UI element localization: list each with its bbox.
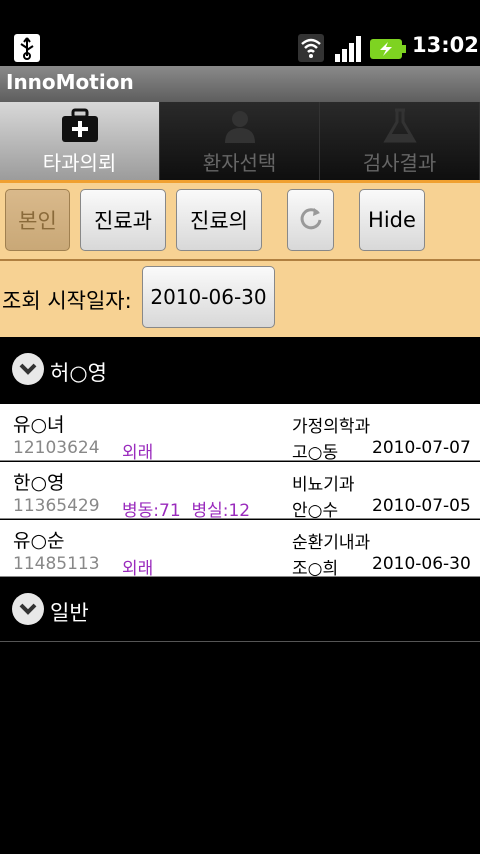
list-divider (0, 641, 480, 642)
start-date-button[interactable]: 2010-06-30 (142, 266, 275, 328)
hide-button[interactable]: Hide (359, 189, 425, 251)
group-header-1[interactable]: 허○영 (0, 337, 480, 403)
tab-patient-select-label: 환자선택 (202, 151, 277, 175)
medical-kit-icon (60, 108, 100, 148)
status-bar: 13:02 (0, 32, 480, 62)
patient-name: 한○영 (13, 472, 65, 494)
status-time: 13:02 (412, 33, 479, 57)
tab-bar: 타과의뢰 환자선택 검사결과 (0, 102, 480, 182)
ward-info: 외래 (122, 559, 154, 579)
doctor-name: 조○희 (292, 559, 339, 579)
tab-referral[interactable]: 타과의뢰 (0, 102, 160, 182)
self-button[interactable]: 본인 (5, 189, 70, 251)
list-item[interactable]: 유○녀 12103624 외래 가정의학과 고○동 2010-07-07 (0, 404, 480, 463)
app-title-bar: InnoMotion (0, 66, 480, 102)
app-title: InnoMotion (6, 70, 134, 94)
department: 순환기내과 (292, 533, 371, 553)
chevron-down-icon (12, 353, 44, 385)
referral-date: 2010-06-30 (372, 554, 471, 574)
chevron-down-icon (12, 593, 44, 625)
signal-icon (333, 34, 365, 66)
patient-id: 12103624 (13, 438, 100, 458)
patient-name: 유○녀 (13, 414, 65, 436)
date-filter-row: 조회 시작일자: 2010-06-30 (0, 261, 480, 337)
ward-info: 병동:71 병실:12 (122, 501, 251, 521)
list-item[interactable]: 유○순 11485113 외래 순환기내과 조○희 2010-06-30 (0, 520, 480, 579)
department: 가정의학과 (292, 417, 371, 437)
department-button[interactable]: 진료과 (80, 189, 166, 251)
doctor-name: 안○수 (292, 501, 339, 521)
ward-info: 외래 (122, 443, 154, 463)
person-icon (220, 108, 260, 148)
start-date-label: 조회 시작일자: (2, 289, 132, 313)
doctor-name: 고○동 (292, 443, 339, 463)
group-title: 허○영 (50, 361, 107, 385)
usb-icon (14, 34, 40, 66)
patient-name: 유○순 (13, 530, 65, 552)
referral-date: 2010-07-05 (372, 496, 471, 516)
department: 비뇨기과 (292, 475, 355, 495)
patient-id: 11365429 (13, 496, 100, 516)
filter-toolbar: 본인 진료과 진료의 Hide (0, 183, 480, 259)
patient-id: 11485113 (13, 554, 100, 574)
tab-test-results-label: 검사결과 (362, 151, 437, 175)
wifi-icon (298, 34, 324, 66)
doctor-button[interactable]: 진료의 (176, 189, 262, 251)
refresh-button[interactable] (287, 189, 334, 251)
referral-date: 2010-07-07 (372, 438, 471, 458)
flask-icon (380, 108, 420, 148)
battery-charging-icon (370, 39, 406, 63)
group-header-2[interactable]: 일반 (0, 577, 480, 643)
group-title: 일반 (50, 601, 89, 625)
refresh-icon (298, 205, 324, 236)
tab-test-results[interactable]: 검사결과 (320, 102, 480, 182)
tab-referral-label: 타과의뢰 (42, 151, 117, 175)
tab-patient-select[interactable]: 환자선택 (160, 102, 320, 182)
list-item[interactable]: 한○영 11365429 병동:71 병실:12 비뇨기과 안○수 2010-0… (0, 462, 480, 521)
